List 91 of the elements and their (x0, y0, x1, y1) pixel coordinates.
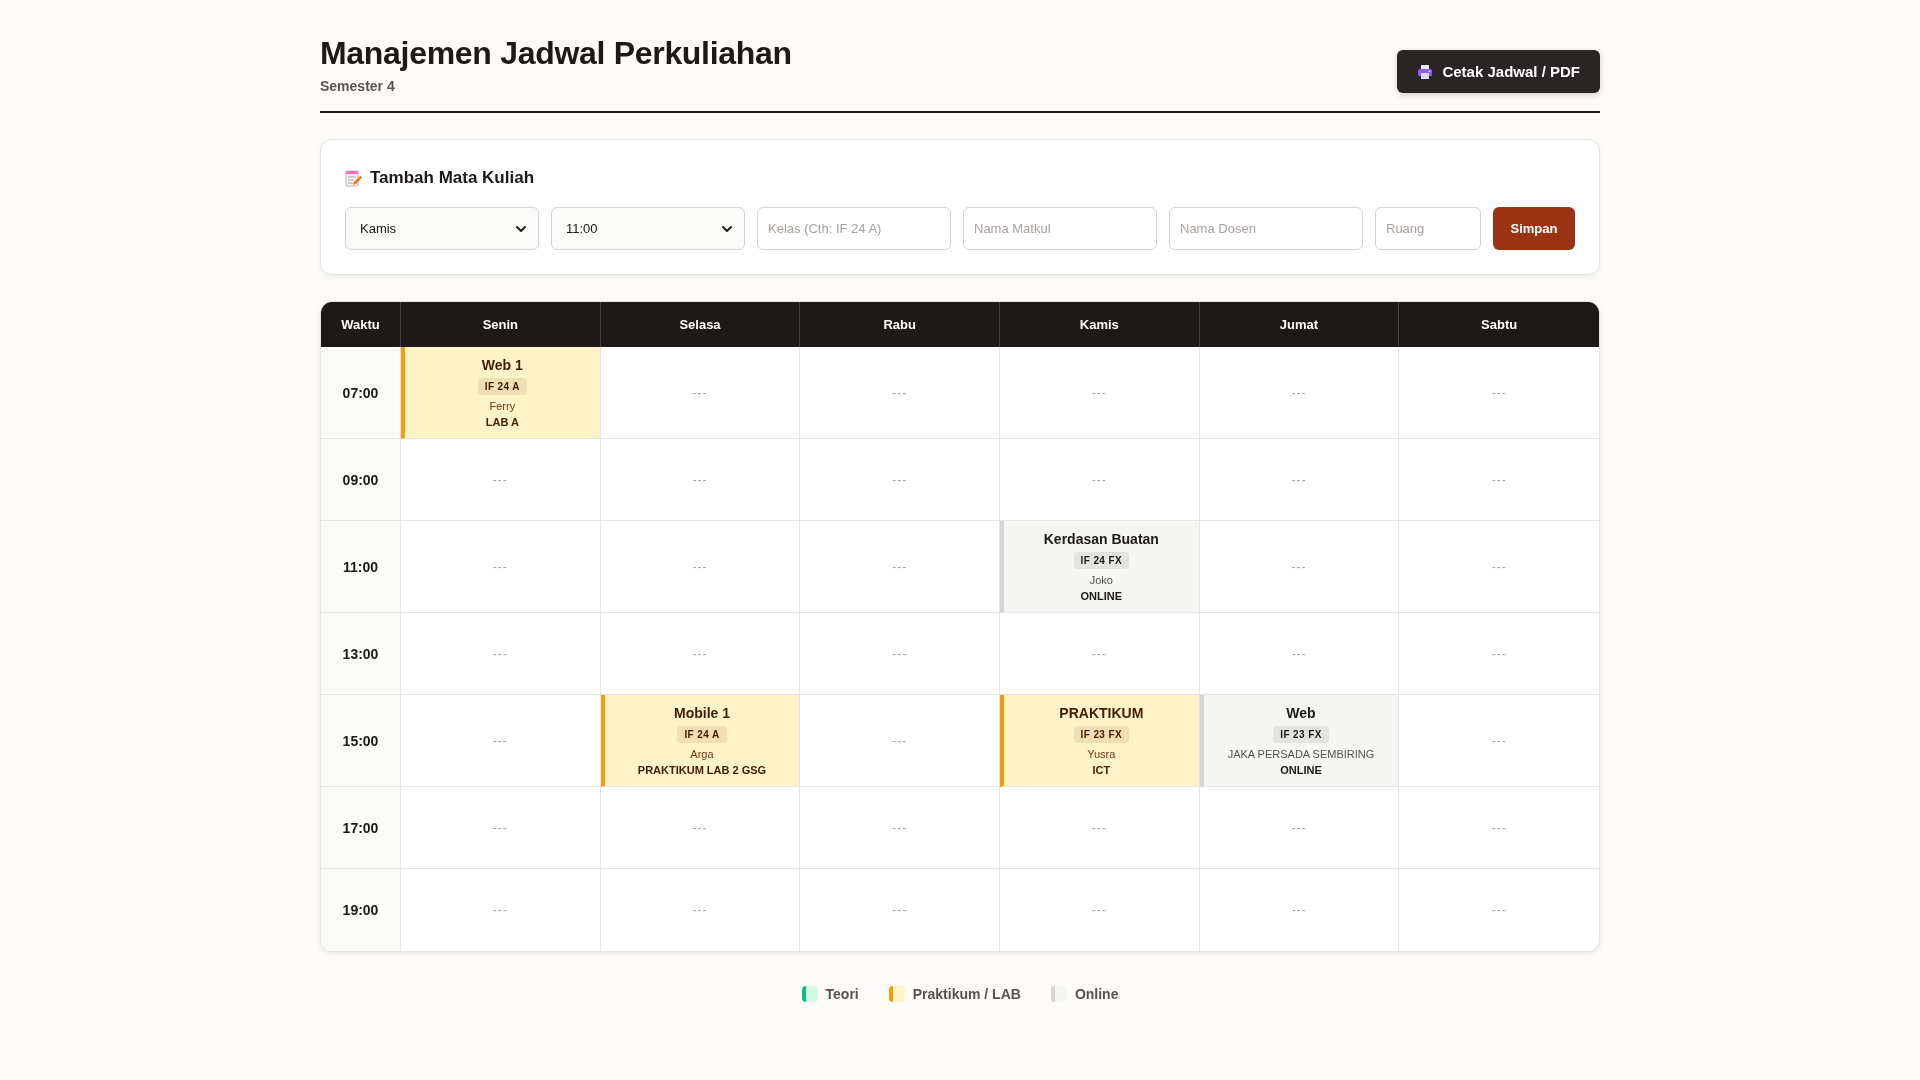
empty-slot-cell: --- (1399, 613, 1599, 696)
room-label: ONLINE (1280, 764, 1322, 777)
schedule-entry[interactable]: Kerdasan Buatan IF 24 FX Joko ONLINE (1000, 521, 1200, 614)
empty-slot-cell: --- (1000, 347, 1200, 440)
printer-icon (1417, 63, 1434, 80)
empty-slot-cell: --- (1399, 521, 1599, 614)
lecturer-name: Arga (690, 748, 714, 761)
lecturer-name: Ferry (489, 400, 516, 413)
empty-slot-cell: --- (600, 439, 801, 522)
empty-slot-cell: --- (1199, 869, 1400, 952)
color-swatch-icon (1050, 986, 1067, 1003)
time-select[interactable]: 11:00 (551, 207, 745, 251)
schedule-entry[interactable]: Web IF 23 FX JAKA PERSADA SEMBIRING ONLINE (1199, 695, 1400, 788)
page-title: Manajemen Jadwal Perkuliahan (320, 34, 792, 73)
color-swatch-icon (801, 986, 818, 1003)
time-cell: 15:00 (321, 695, 401, 788)
room-label: LAB A (485, 416, 519, 429)
empty-slot-cell: --- (401, 787, 601, 870)
empty-slot-cell: --- (1399, 695, 1599, 788)
room-label: ICT (1092, 764, 1111, 777)
time-cell: 17:00 (321, 787, 401, 870)
column-header: Kamis (1000, 302, 1200, 348)
time-cell: 13:00 (321, 613, 401, 696)
column-header: Rabu (800, 302, 1000, 348)
day-select[interactable]: Kamis (345, 207, 539, 251)
time-cell: 19:00 (321, 869, 401, 952)
class-code-tag: IF 24 A (477, 378, 527, 396)
semester-label: Semester 4 (320, 78, 396, 95)
class-code-tag: IF 23 FX (1073, 726, 1130, 744)
empty-slot-cell: --- (1199, 439, 1400, 522)
empty-slot-cell: --- (1000, 787, 1200, 870)
class-code-tag: IF 23 FX (1273, 726, 1329, 744)
course-title: Mobile 1 (674, 705, 730, 722)
empty-slot-cell: --- (800, 347, 1000, 440)
course-name-input[interactable]: Nama Matkul (963, 207, 1157, 251)
empty-slot-cell: --- (401, 521, 601, 614)
print-button[interactable]: Cetak Jadwal / PDF (1397, 50, 1600, 94)
schedule-entry[interactable]: Web 1 IF 24 A Ferry LAB A (401, 347, 601, 440)
empty-slot-cell-text: --- (1490, 902, 1508, 920)
column-header: Sabtu (1399, 302, 1599, 348)
course-title: Web 1 (481, 357, 523, 374)
room-label: PRAKTIKUM LAB 2 GSG (637, 764, 767, 777)
empty-slot-cell: --- (1199, 521, 1400, 614)
legend-label: Online (1074, 986, 1119, 1003)
class-code-tag: IF 24 A (677, 726, 727, 744)
chevron-down-icon (516, 225, 526, 232)
column-header: Jumat (1199, 302, 1400, 348)
schedule-entry[interactable]: PRAKTIKUM IF 23 FX Yusra ICT (1000, 695, 1200, 788)
empty-slot-cell: --- (401, 613, 601, 696)
empty-slot-cell: --- (600, 869, 801, 952)
empty-slot-cell: --- (401, 695, 601, 788)
course-title: Web (1286, 705, 1316, 722)
time-cell: 09:00 (321, 439, 401, 522)
room-label: ONLINE (1080, 590, 1123, 603)
lecturer-name: Joko (1089, 574, 1113, 587)
column-header: Waktu (321, 302, 401, 348)
empty-slot-cell: --- (600, 521, 801, 614)
lecturer-name: Yusra (1087, 748, 1116, 761)
legend-label: Teori (825, 986, 859, 1003)
empty-slot-cell: --- (800, 869, 1000, 952)
empty-slot-cell: --- (401, 869, 601, 952)
form-title: Tambah Mata Kuliah (370, 168, 535, 189)
lecturer-input[interactable]: Nama Dosen (1169, 207, 1363, 251)
empty-slot-cell: --- (401, 439, 601, 522)
color-swatch-icon (888, 986, 905, 1003)
empty-slot-cell: --- (1399, 347, 1599, 440)
room-input[interactable]: Ruang (1375, 207, 1481, 251)
class-input[interactable]: Kelas (Cth: IF 24 A) (757, 207, 951, 251)
empty-slot-cell: --- (1399, 439, 1599, 522)
empty-slot-cell: --- (1399, 787, 1599, 870)
column-header: Senin (401, 302, 601, 348)
legend-label: Praktikum / LAB (912, 986, 1021, 1003)
course-title: PRAKTIKUM (1059, 705, 1144, 722)
empty-slot-cell: --- (1199, 787, 1400, 870)
empty-slot-cell: --- (1000, 869, 1200, 952)
empty-slot-cell: --- (800, 613, 1000, 696)
class-code-tag: IF 24 FX (1073, 552, 1130, 570)
time-cell: 07:00 (321, 347, 401, 440)
empty-slot-cell: --- (800, 787, 1000, 870)
chevron-down-icon (722, 225, 732, 232)
empty-slot-cell: --- (800, 439, 1000, 522)
save-button[interactable]: Simpan (1493, 207, 1575, 251)
empty-slot-cell: --- (600, 787, 801, 870)
course-title: Kerdasan Buatan (1043, 531, 1159, 548)
empty-slot-cell: --- (600, 347, 801, 440)
empty-slot-cell: --- (1199, 347, 1400, 440)
schedule-entry[interactable]: Mobile 1 IF 24 A Arga PRAKTIKUM LAB 2 GSG (600, 695, 801, 788)
column-header: Selasa (600, 302, 801, 348)
lecturer-name: JAKA PERSADA SEMBIRING (1227, 748, 1375, 761)
time-cell: 11:00 (321, 521, 401, 614)
memo-icon (345, 169, 362, 188)
